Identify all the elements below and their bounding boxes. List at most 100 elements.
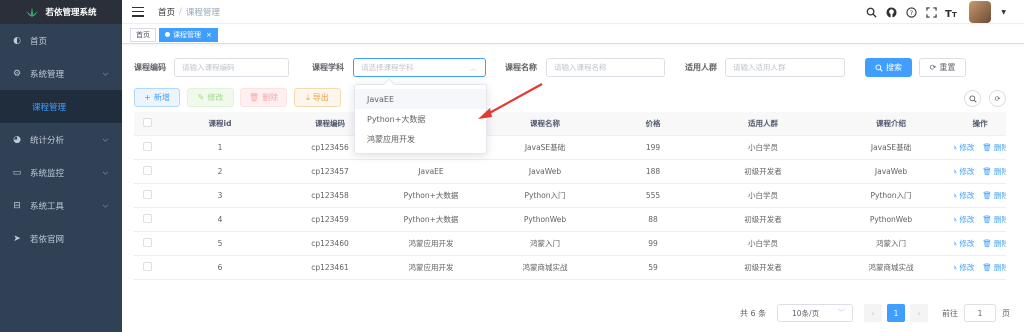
row-delete-button[interactable]: 🗑 删除 [982,142,1006,153]
trash-icon: 🗑 [982,191,992,200]
sidebar-item-6[interactable]: ➤ 若依官网 [0,222,122,255]
dropdown-option[interactable]: 鸿蒙应用开发 [355,129,486,149]
breadcrumb-home[interactable]: 首页 [158,6,175,18]
row-edit-button[interactable]: ✎ 修改 [954,214,974,225]
dropdown-option[interactable]: Python+大数据 [355,109,486,129]
row-delete-button[interactable]: 🗑 删除 [982,238,1006,249]
subject-dropdown: JavaEE Python+大数据 鸿蒙应用开发 [354,78,487,154]
edit-icon: ✎ [197,93,205,102]
prev-page-button[interactable]: ‹ [864,304,882,322]
row-edit-button[interactable]: ✎ 修改 [954,262,974,273]
sidebar-item-0[interactable]: ◐ 首页 [0,24,122,57]
sidebar-item-label: 系统工具 [30,201,65,212]
select-all-checkbox[interactable] [142,118,152,127]
trash-icon: 🗑 [982,143,992,152]
edit-icon: ✎ [954,143,958,152]
font-size-icon[interactable]: TT [945,6,957,18]
row-checkbox[interactable] [142,142,152,151]
table-cell: 小白学员 [748,143,778,152]
page-size-select[interactable]: 10条/页 ﹀ [777,304,853,322]
edit-button[interactable]: ✎ 修改 [187,88,234,107]
subject-label: 课程学科 [312,63,344,72]
export-button[interactable]: ⤓ 导出 [294,88,341,107]
subject-select[interactable]: 请选择课程学科 ︿ [353,58,486,77]
breadcrumb: 首页 / 课程管理 [158,6,220,18]
row-delete-label: 删除 [993,263,1006,272]
search-icon [968,94,977,103]
add-button[interactable]: + 新增 [134,88,180,107]
row-edit-button[interactable]: ✎ 修改 [954,166,974,177]
name-input[interactable]: 请输入课程名称 [546,58,665,77]
help-icon[interactable]: ? [905,6,917,18]
table-cell: 鸿蒙应用开发 [408,263,454,272]
avatar[interactable] [969,1,992,23]
next-page-button[interactable]: › [910,304,928,322]
dropdown-option[interactable]: JavaEE [355,89,486,109]
table-cell: 鸿蒙入门 [876,239,906,248]
page-1-button[interactable]: 1 [887,304,905,322]
table-cell: Python入门 [524,191,566,200]
table-cell: 555 [645,191,661,200]
row-edit-button[interactable]: ✎ 修改 [954,190,974,201]
sidebar-item-5[interactable]: ⊟ 系统工具 ⌵ [0,189,122,222]
row-delete-button[interactable]: 🗑 删除 [982,214,1006,225]
table-cell: 5 [217,239,223,248]
dashboard-icon: ◐ [13,35,21,46]
fullscreen-icon[interactable] [925,6,937,18]
sidebar-item-1[interactable]: ⚙ 系统管理 ⌵ [0,57,122,90]
code-input[interactable]: 请输入课程编码 [174,58,289,77]
row-checkbox[interactable] [142,190,152,199]
row-edit-label: 修改 [959,239,975,248]
row-checkbox[interactable] [142,238,152,247]
column-header: 操作 [972,119,988,128]
table-cell: 鸿蒙入门 [530,239,560,248]
app-logo[interactable]: 若依管理系统 [0,0,122,24]
table-cell: 188 [645,167,661,176]
hamburger-icon[interactable] [132,6,144,17]
table-cell: JavaWeb [528,167,562,176]
row-delete-button[interactable]: 🗑 删除 [982,190,1006,201]
goto-label: 前往 [942,309,958,318]
refresh-button[interactable]: ⟳ [989,90,1006,107]
subject-placeholder: 请选择课程学科 [361,63,414,72]
goto-page-input[interactable]: 1 [964,304,996,322]
avatar-caret-icon[interactable]: ▼ [1001,9,1006,16]
sidebar-item-3[interactable]: ◕ 统计分析 ⌵ [0,123,122,156]
reset-button[interactable]: ⟳ 重置 [919,58,966,77]
row-delete-button[interactable]: 🗑 删除 [982,262,1006,273]
plus-icon: + [144,93,151,102]
table-cell: JavaSE基础 [870,143,912,152]
row-edit-button[interactable]: ✎ 修改 [954,238,974,249]
search-button[interactable]: 搜索 [865,58,912,77]
row-checkbox[interactable] [142,166,152,175]
row-select-cell [134,166,160,177]
row-delete-button[interactable]: 🗑 删除 [982,166,1006,177]
refresh-icon: ⟳ [994,94,1001,103]
sidebar-item-4[interactable]: ▭ 系统监控 ⌵ [0,156,122,189]
audience-label: 适用人群 [685,63,717,72]
delete-button[interactable]: 🗑 删除 [240,88,287,107]
close-icon[interactable]: × [206,31,212,39]
table-cell: JavaEE [418,167,444,176]
trash-icon: 🗑 [982,263,992,272]
chevron-up-icon: ︿ [470,63,477,72]
table-cell: 1 [217,143,223,152]
tag-active[interactable]: 课程管理 × [159,27,218,42]
audience-input[interactable]: 请输入适用人群 [725,58,845,77]
tag-home[interactable]: 首页 [130,27,156,42]
chevron-down-icon: ⌵ [102,201,108,209]
toggle-search-button[interactable] [964,90,981,107]
row-delete-label: 删除 [993,191,1006,200]
select-all-cell [134,118,160,129]
search-icon[interactable] [865,6,877,18]
chevron-down-icon: ﹀ [838,309,845,317]
github-icon[interactable] [885,6,897,18]
row-checkbox[interactable] [142,214,152,223]
row-select-cell [134,238,160,249]
row-edit-button[interactable]: ✎ 修改 [954,142,974,153]
column-header: 课程介绍 [876,119,906,128]
sidebar-item-course[interactable]: 课程管理 [0,90,122,123]
row-checkbox[interactable] [142,262,152,271]
table-cell: PythonWeb [523,215,567,224]
gear-icon: ⚙ [12,68,22,79]
